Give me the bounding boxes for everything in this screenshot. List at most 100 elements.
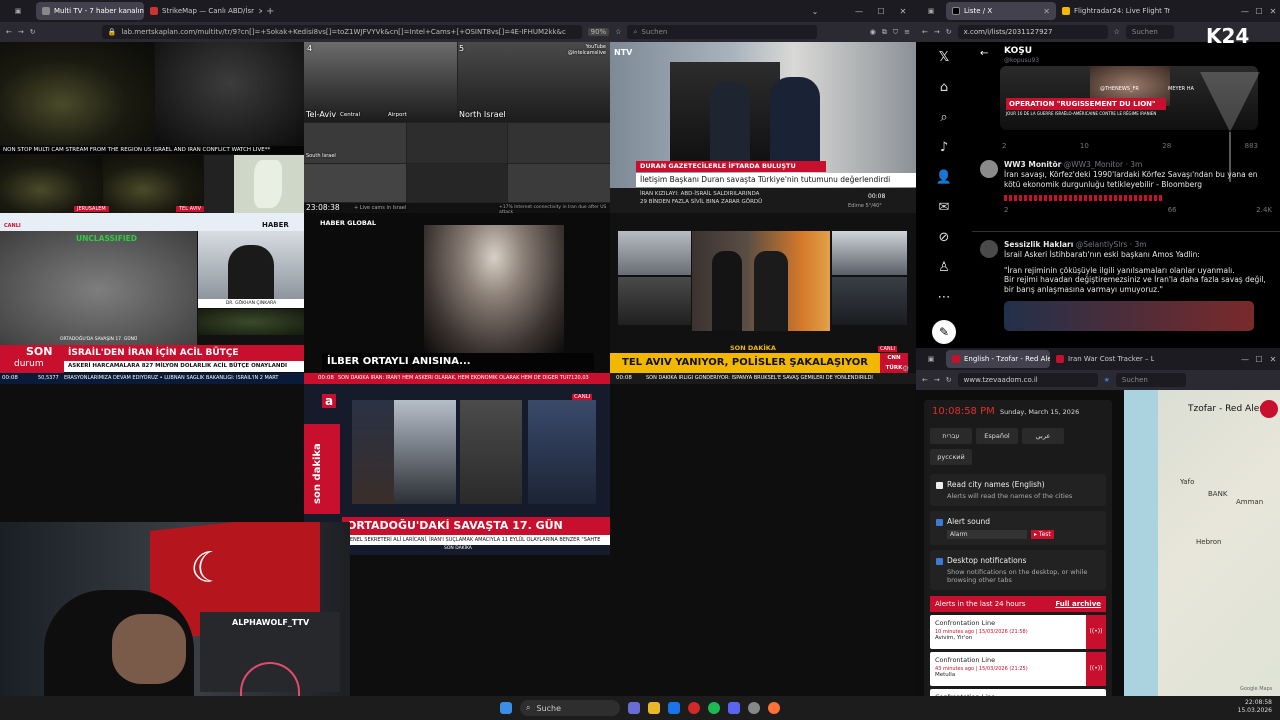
alert-item[interactable]: Confrontation Line 10 minutes ago | 15/0… <box>930 615 1106 649</box>
chevron-down-icon[interactable]: ⌄ <box>808 7 822 16</box>
settings-icon[interactable]: ⚙ <box>902 364 909 373</box>
tab-flightradar[interactable]: Flightradar24: Live Flight Tr ✕ <box>1056 2 1170 20</box>
taskbar-search[interactable]: ⌕ Suche <box>520 700 620 716</box>
forward-icon[interactable]: → <box>934 28 940 36</box>
option-desktop-notifications[interactable]: Desktop notifications Show notifications… <box>930 550 1106 590</box>
close-icon[interactable]: ✕ <box>258 7 262 16</box>
file-explorer-icon[interactable] <box>648 702 660 714</box>
post-button[interactable]: ✎ <box>932 320 956 344</box>
sound-select[interactable]: Alarm <box>947 530 1027 539</box>
tweet-author[interactable]: WW3 Monitör <box>1004 160 1061 169</box>
opera-icon[interactable] <box>688 702 700 714</box>
lang-spanish-button[interactable]: Español <box>976 428 1018 444</box>
minimize-icon[interactable]: — <box>1238 355 1252 364</box>
tab-strikemap[interactable]: StrikeMap — Canlı ABD/İsr ✕ <box>144 2 262 20</box>
alert-map[interactable]: Tzofar - Red Alert Yafo BANK Amman Hebro… <box>1124 390 1280 696</box>
alert-item[interactable]: Confrontation Line 43 minutes ago | 15/0… <box>930 652 1106 686</box>
tab-tzofar[interactable]: English - Tzofar - Red Alert ✕ <box>946 350 1050 368</box>
menu-icon[interactable]: ≡ <box>904 28 910 36</box>
home-icon[interactable]: ⌂ <box>940 80 948 95</box>
tab-multitv[interactable]: Multi TV - 7 haber kanalını ✕ <box>36 2 144 20</box>
store-icon[interactable] <box>668 702 680 714</box>
tab-x-list[interactable]: Liste / X ✕ <box>946 2 1056 20</box>
tile-haber-global[interactable]: HABER GLOBAL İLBER ORTAYLI ANISINA... 00… <box>304 213 610 384</box>
maximize-icon[interactable]: ☐ <box>874 7 888 16</box>
star-icon[interactable]: ☆ <box>615 28 621 36</box>
lang-hebrew-button[interactable]: עברית <box>930 428 972 444</box>
close-icon[interactable]: ✕ <box>1043 7 1050 16</box>
reload-icon[interactable]: ↻ <box>30 28 36 36</box>
maximize-icon[interactable]: ☐ <box>1252 355 1266 364</box>
windows-start-icon[interactable] <box>500 702 512 714</box>
mail-icon[interactable]: ✉ <box>939 200 950 215</box>
checkbox[interactable] <box>936 557 943 565</box>
tweet-author[interactable]: Sessizlik Hakları <box>1004 240 1073 249</box>
back-icon[interactable]: ← <box>980 48 988 59</box>
minimize-icon[interactable]: — <box>1238 7 1252 16</box>
window-close-icon[interactable]: ✕ <box>896 7 910 16</box>
add-user-icon[interactable]: 👤 <box>936 170 952 185</box>
search-input[interactable]: Suchen <box>1125 25 1174 39</box>
shield-icon[interactable]: ⛉ <box>893 28 898 37</box>
teams-icon[interactable] <box>628 702 640 714</box>
like-count[interactable]: 28 <box>1162 142 1171 150</box>
repost-count[interactable]: 10 <box>1080 142 1089 150</box>
extensions-icon[interactable]: ⧉ <box>882 28 887 37</box>
full-archive-link[interactable]: Full archive <box>1055 600 1101 608</box>
firefox-icon[interactable] <box>768 702 780 714</box>
more-icon[interactable]: ⋯ <box>938 290 951 305</box>
tab-war-cost[interactable]: Iran War Cost Tracker – Liv ✕ <box>1050 350 1154 368</box>
reload-icon[interactable]: ↻ <box>946 376 952 384</box>
zoom-level[interactable]: 90% <box>587 28 610 36</box>
test-button[interactable]: ▸ Test <box>1031 530 1054 539</box>
tweet-media[interactable] <box>1004 300 1254 331</box>
back-icon[interactable]: ← <box>6 28 12 36</box>
back-icon[interactable]: ← <box>922 28 928 36</box>
search-icon[interactable]: ⌕ <box>940 110 947 125</box>
new-tab-icon[interactable]: + <box>266 6 274 17</box>
lang-russian-button[interactable]: русский <box>930 449 972 465</box>
bell-icon[interactable]: ♪ <box>940 140 948 155</box>
grok-icon[interactable]: ⊘ <box>939 230 950 245</box>
option-read-city-names[interactable]: Read city names (English) Alerts will re… <box>930 474 1106 506</box>
tile-ntv[interactable]: NTV DURAN GAZETECİLERLE İFTARDA BULUŞTU … <box>610 42 916 213</box>
option-alert-sound[interactable]: Alert sound Alarm ▸ Test <box>930 511 1106 545</box>
avatar[interactable] <box>980 160 998 178</box>
view-count[interactable]: 2.4K <box>1256 206 1272 215</box>
star-icon[interactable]: ★ <box>1104 376 1110 384</box>
checkbox[interactable] <box>936 518 943 526</box>
avatar[interactable] <box>980 240 998 258</box>
spotify-icon[interactable] <box>708 702 720 714</box>
system-clock[interactable]: 22:08:58 15.03.2026 <box>1238 699 1272 715</box>
back-icon[interactable]: ← <box>922 376 928 384</box>
reload-icon[interactable]: ↻ <box>946 28 952 36</box>
tweet[interactable]: Sessizlik Hakları @SelantlySlrs · 3m İsr… <box>972 234 1280 348</box>
forward-icon[interactable]: → <box>18 28 24 36</box>
tile-intel-cams[interactable]: 4 5 Tel-Aviv Central Airport North Israe… <box>304 42 610 213</box>
obs-icon[interactable] <box>748 702 760 714</box>
account-icon[interactable]: ◉ <box>870 28 876 36</box>
like-count[interactable]: 66 <box>1168 206 1177 215</box>
reply-count[interactable]: 2 <box>1002 142 1006 150</box>
address-bar[interactable]: 🔒 lab.mertskaplan.com/multitv/tr/9?cn[]=… <box>101 25 582 39</box>
search-input[interactable]: ⌕ Suchen <box>627 25 818 39</box>
tab-list-icon[interactable]: ▣ <box>0 7 36 15</box>
tile-haber[interactable]: CANLI UNCLASSIFIED HABER DR. GÖKHAN ÇINK… <box>0 213 304 384</box>
window-close-icon[interactable]: ✕ <box>1266 355 1280 364</box>
lang-arabic-button[interactable]: عربي <box>1022 428 1064 444</box>
search-input[interactable]: Suchen <box>1115 373 1186 387</box>
profile-icon[interactable]: ♙ <box>938 260 950 275</box>
reply-count[interactable]: 2 <box>1004 206 1008 215</box>
tile-night-cams[interactable]: NON STOP MULTI CAM STREAM FROM THE REGIO… <box>0 42 304 213</box>
minimize-icon[interactable]: — <box>852 7 866 16</box>
checkbox[interactable] <box>936 481 943 489</box>
star-icon[interactable]: ☆ <box>1114 28 1120 36</box>
x-logo-icon[interactable]: 𝕏 <box>939 50 949 65</box>
forward-icon[interactable]: → <box>934 376 940 384</box>
tab-list-icon[interactable]: ▣ <box>916 355 946 363</box>
discord-icon[interactable] <box>728 702 740 714</box>
address-bar[interactable]: x.com/i/lists/2031127927 <box>957 25 1108 39</box>
tile-cnn-turk[interactable]: CANLI SON DAKİKA TEL AVIV YANIYOR, POLİS… <box>610 213 916 384</box>
window-close-icon[interactable]: ✕ <box>1266 7 1280 16</box>
tab-list-icon[interactable]: ▣ <box>916 7 946 15</box>
